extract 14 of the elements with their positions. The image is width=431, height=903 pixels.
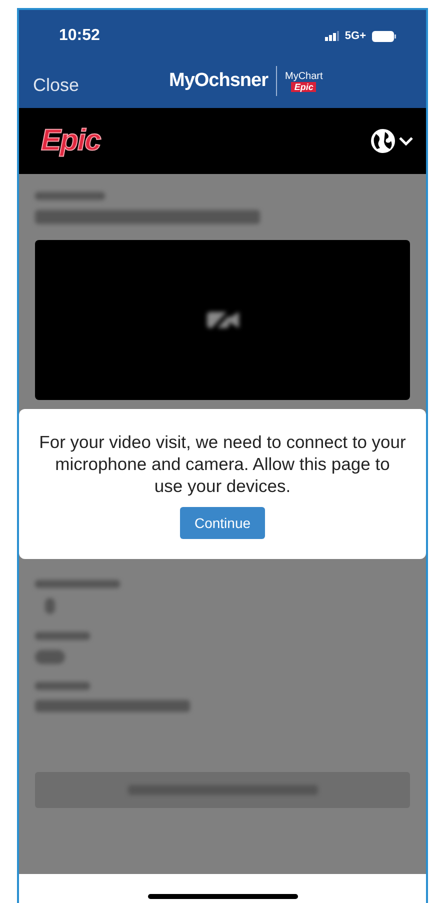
signal-icon [324,31,339,41]
brand-logo: MyOchsner [169,70,268,92]
epic-logo: Epic [41,124,100,158]
dialog-message: For your video visit, we need to connect to your microphone and camera. Allow this page to use your devices. [39,431,406,497]
partner-logo-text: MyChart [284,70,323,82]
close-button[interactable]: Close [33,74,80,96]
battery-icon [372,30,396,42]
globe-icon [370,128,396,154]
continue-button[interactable]: Continue [180,507,265,539]
status-time: 10:52 [59,27,100,45]
chevron-down-icon [398,136,414,146]
partner-logo-badge: Epic [291,82,316,92]
language-selector[interactable] [370,128,414,154]
network-label: 5G+ [344,30,366,42]
